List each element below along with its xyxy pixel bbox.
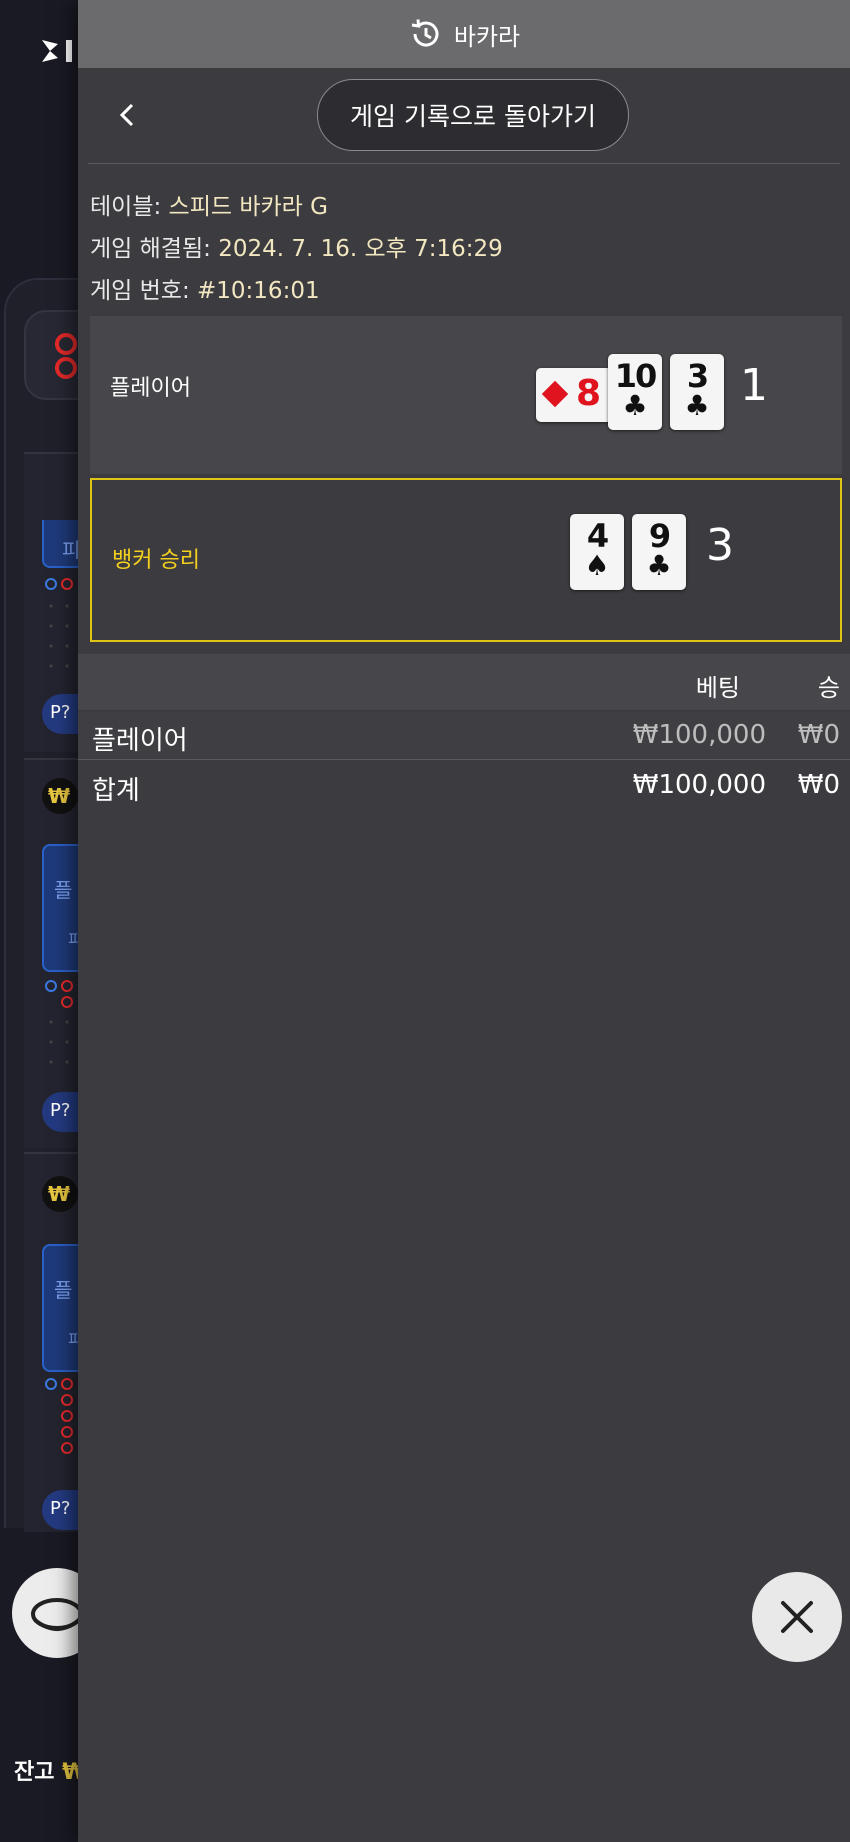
table-label: 테이블: xyxy=(90,194,162,220)
card-rank: 9 xyxy=(648,517,671,555)
background-pill[interactable]: P? xyxy=(42,1092,82,1132)
bets-table-header: 베팅 승 xyxy=(78,654,850,710)
total-row: 합계 ₩100,000 ₩0 xyxy=(78,762,850,810)
return-to-history-button[interactable]: 게임 기록으로 돌아가기 xyxy=(317,79,629,151)
close-button[interactable] xyxy=(752,1572,842,1662)
history-icon xyxy=(411,19,439,47)
club-suit-icon: ♣ xyxy=(622,389,648,422)
bet-amount: ₩100,000 xyxy=(632,720,766,750)
banker-card: 9 ♣ xyxy=(632,514,686,590)
game-number-label: 게임 번호: xyxy=(90,278,190,304)
brand-logo-icon xyxy=(42,40,72,62)
background-blue-text: 플 xyxy=(54,878,73,902)
diamond-suit-icon xyxy=(541,380,569,408)
bet-win: ₩0 xyxy=(797,720,840,750)
total-name: 합계 xyxy=(92,776,140,806)
player-hand: 플레이어 8 10 ♣ 3 ♣ 1 xyxy=(90,316,842,474)
page-title: 바카라 xyxy=(453,22,521,51)
background-blue-text: 플 xyxy=(54,1278,73,1302)
background-won-badge: ₩ xyxy=(42,778,78,814)
close-icon xyxy=(781,1601,813,1633)
total-win: ₩0 xyxy=(797,770,840,800)
resolved-label: 게임 해결됨: xyxy=(90,236,211,262)
banker-score: 3 xyxy=(706,520,734,571)
card-rank: 4 xyxy=(586,517,609,555)
bet-name: 플레이어 xyxy=(92,726,188,756)
player-label: 플레이어 xyxy=(110,376,191,401)
back-button[interactable] xyxy=(110,98,144,132)
balance-label: 잔고 xyxy=(14,1760,55,1785)
player-score: 1 xyxy=(740,360,768,411)
club-suit-icon: ♣ xyxy=(684,389,710,422)
game-number-value: #10:16:01 xyxy=(197,278,320,304)
background-pill[interactable]: P? xyxy=(42,694,82,734)
table-info: 테이블: 스피드 바카라 G xyxy=(90,186,850,228)
player-card: 10 ♣ xyxy=(608,354,662,430)
panel-header: 바카라 xyxy=(78,0,850,68)
background-won-badge: ₩ xyxy=(42,1176,78,1212)
background-pill[interactable]: P? xyxy=(42,1490,82,1530)
player-side-card: 8 xyxy=(536,368,612,422)
chevron-left-icon xyxy=(119,103,134,127)
table-row: 플레이어 ₩100,000 ₩0 xyxy=(78,712,850,760)
club-suit-icon: ♣ xyxy=(646,549,672,582)
card-rank: 3 xyxy=(686,357,709,395)
red-circles-icon xyxy=(55,333,77,379)
table-value: 스피드 바카라 G xyxy=(168,194,328,220)
nav-bar: 게임 기록으로 돌아가기 xyxy=(88,68,840,164)
game-number-info: 게임 번호: #10:16:01 xyxy=(90,270,850,312)
resolved-value: 2024. 7. 16. 오후 7:16:29 xyxy=(218,236,503,262)
card-rank: 10 xyxy=(614,357,658,395)
total-amount: ₩100,000 xyxy=(632,770,766,800)
background-balance: 잔고 ₩ xyxy=(14,1754,86,1786)
game-info: 테이블: 스피드 바카라 G 게임 해결됨: 2024. 7. 16. 오후 7… xyxy=(78,164,850,312)
spade-suit-icon: ♠ xyxy=(584,549,610,582)
bet-column-header: 베팅 xyxy=(695,674,740,702)
game-detail-panel: 바카라 게임 기록으로 돌아가기 테이블: 스피드 바카라 G 게임 해결됨: … xyxy=(78,0,850,1842)
resolved-info: 게임 해결됨: 2024. 7. 16. 오후 7:16:29 xyxy=(90,228,850,270)
banker-card: 4 ♠ xyxy=(570,514,624,590)
player-card: 3 ♣ xyxy=(670,354,724,430)
banker-label: 뱅커 승리 xyxy=(112,548,200,573)
win-column-header: 승 xyxy=(817,674,840,702)
side-card-rank: 8 xyxy=(576,373,602,414)
banker-hand: 뱅커 승리 4 ♠ 9 ♣ 3 xyxy=(90,478,842,642)
